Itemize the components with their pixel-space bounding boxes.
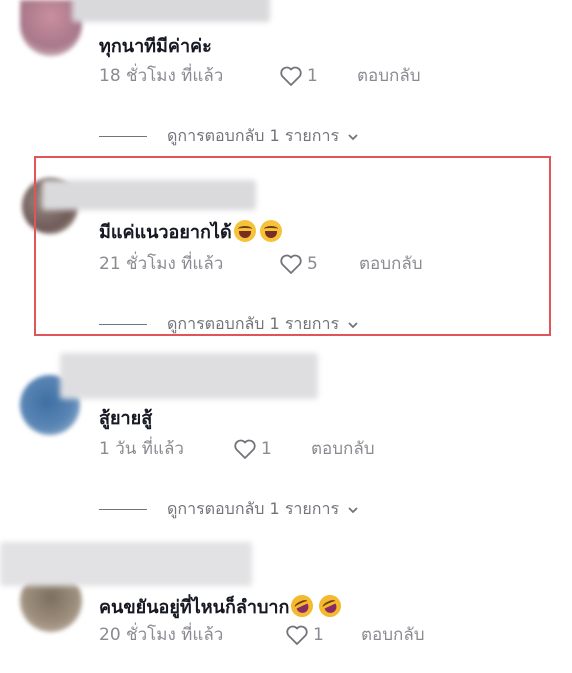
reply-button[interactable]: ตอบกลับ xyxy=(361,624,425,646)
face-with-tears-of-joy-icon xyxy=(259,220,282,242)
comment-meta: 21 ชั่วโมง ที่แล้ว 5 ตอบกลับ xyxy=(99,253,539,275)
comment-item: ทุกนาทีมีค่าค่ะ 18 ชั่วโมง ที่แล้ว 1 ตอบ… xyxy=(0,0,572,150)
comment-meta: 1 วัน ที่แล้ว 1 ตอบกลับ xyxy=(99,438,539,460)
view-replies-button[interactable]: ดูการตอบกลับ 1 รายการ xyxy=(99,124,359,149)
like-button[interactable]: 1 xyxy=(233,438,272,460)
reply-button[interactable]: ตอบกลับ xyxy=(311,438,375,460)
view-replies-label: ดูการตอบกลับ 1 รายการ xyxy=(167,126,340,145)
comment-meta: 18 ชั่วโมง ที่แล้ว 1 ตอบกลับ xyxy=(99,65,539,87)
comment-item: คนขยันอยู่ที่ไหนก็ลำบาก 20 ชั่วโมง ที่แล… xyxy=(0,538,572,673)
comment-meta: 20 ชั่วโมง ที่แล้ว 1 ตอบกลับ xyxy=(99,624,539,646)
rolling-on-floor-laughing-icon xyxy=(315,591,346,621)
comment-item: มีแค่แนวอยากได้ 21 ชั่วโมง ที่แล้ว 5 ตอบ… xyxy=(0,160,572,340)
view-replies-label: ดูการตอบกลับ 1 รายการ xyxy=(167,314,340,333)
comment-text: คนขยันอยู่ที่ไหนก็ลำบาก xyxy=(99,591,346,621)
comment-text: มีแค่แนวอยากได้ xyxy=(99,220,282,244)
comment-text: สู้ยายสู้ xyxy=(99,408,153,429)
username-blurred[interactable] xyxy=(72,0,270,22)
comment-item: สู้ยายสู้ 1 วัน ที่แล้ว 1 ตอบกลับ ดูการต… xyxy=(0,345,572,530)
heart-icon xyxy=(234,439,256,459)
like-button[interactable]: 1 xyxy=(279,65,318,87)
comment-time: 1 วัน ที่แล้ว xyxy=(99,439,184,459)
like-button[interactable]: 5 xyxy=(279,253,318,275)
chevron-down-icon xyxy=(348,133,358,140)
like-count: 1 xyxy=(261,439,272,459)
chevron-down-icon xyxy=(348,506,358,513)
reply-button[interactable]: ตอบกลับ xyxy=(359,253,423,275)
username-blurred[interactable] xyxy=(42,180,256,210)
like-button[interactable]: 1 xyxy=(285,624,324,646)
divider-line xyxy=(99,509,147,510)
divider-line xyxy=(99,324,147,325)
comment-text: ทุกนาทีมีค่าค่ะ xyxy=(99,36,212,57)
comment-time: 20 ชั่วโมง ที่แล้ว xyxy=(99,625,224,645)
heart-icon xyxy=(280,66,302,86)
like-count: 5 xyxy=(307,254,318,274)
view-replies-button[interactable]: ดูการตอบกลับ 1 รายการ xyxy=(99,312,359,337)
heart-icon xyxy=(280,254,302,274)
rolling-on-floor-laughing-icon xyxy=(287,591,318,621)
comment-time: 18 ชั่วโมง ที่แล้ว xyxy=(99,66,224,86)
comment-time: 21 ชั่วโมง ที่แล้ว xyxy=(99,254,224,274)
heart-icon xyxy=(286,625,308,645)
chevron-down-icon xyxy=(348,321,358,328)
view-replies-label: ดูการตอบกลับ 1 รายการ xyxy=(167,499,340,518)
reply-button[interactable]: ตอบกลับ xyxy=(357,65,421,87)
divider-line xyxy=(99,136,147,137)
like-count: 1 xyxy=(307,66,318,86)
username-blurred[interactable] xyxy=(0,542,252,586)
face-with-tears-of-joy-icon xyxy=(233,220,256,242)
view-replies-button[interactable]: ดูการตอบกลับ 1 รายการ xyxy=(99,497,359,522)
username-blurred[interactable] xyxy=(60,353,318,399)
like-count: 1 xyxy=(313,625,324,645)
